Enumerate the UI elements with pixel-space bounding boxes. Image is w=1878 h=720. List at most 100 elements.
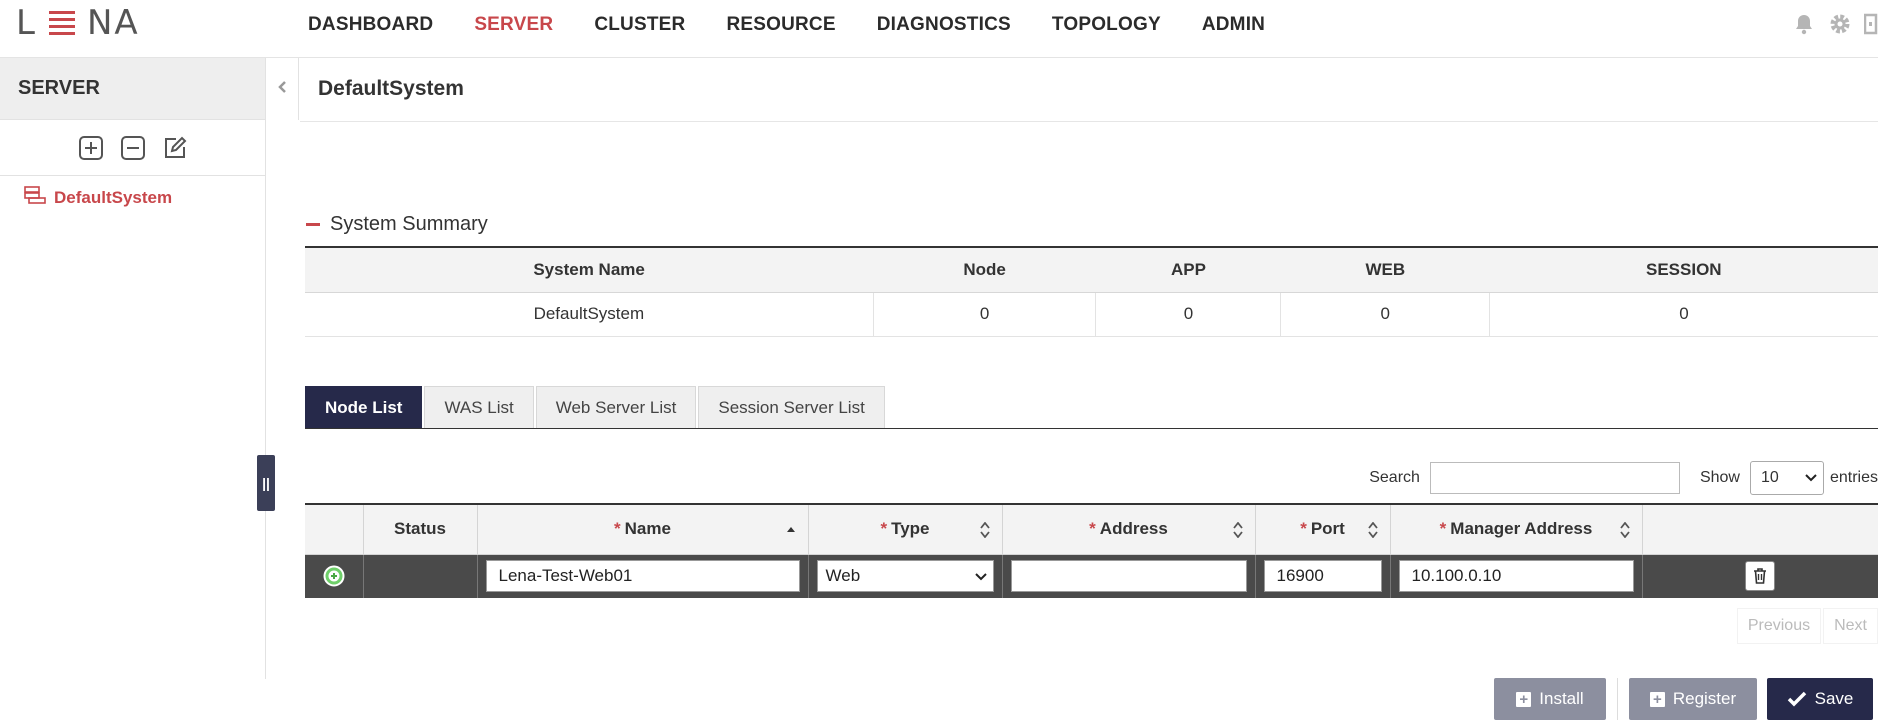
type-value: Web (825, 566, 861, 586)
summary-session-count: 0 (1489, 292, 1878, 337)
nav-cluster[interactable]: CLUSTER (594, 14, 685, 36)
col-status: Status (363, 503, 478, 555)
col-port[interactable]: * Port (1255, 503, 1391, 555)
tree-item-defaultsystem[interactable]: DefaultSystem (0, 176, 265, 209)
nav-dashboard[interactable]: DASHBOARD (308, 14, 433, 36)
lena-logo[interactable]: L NA (16, 3, 140, 43)
header-icons (1792, 12, 1878, 36)
required-mark: * (614, 519, 621, 539)
col-address-label: Address (1099, 519, 1168, 539)
main-content: DefaultSystem System Summary System Name… (300, 58, 1878, 720)
pagination: Previous Next (1736, 608, 1878, 644)
chevron-down-icon (1805, 469, 1817, 487)
sidebar-resize-handle[interactable]: || (257, 455, 275, 511)
row-status-cell (363, 554, 478, 598)
manager-address-input[interactable]: 10.100.0.10 (1398, 560, 1634, 593)
col-address[interactable]: * Address (1002, 503, 1256, 555)
entries-label: entries (1829, 469, 1878, 486)
search-input[interactable] (1429, 462, 1680, 494)
plus-square-icon: + (1649, 691, 1665, 707)
nav-topology[interactable]: TOPOLOGY (1052, 14, 1161, 36)
show-label: Show (1699, 469, 1740, 486)
sidebar-collapse-toggle[interactable] (266, 58, 299, 120)
button-divider (1617, 678, 1618, 720)
row-actions-cell (1642, 554, 1878, 598)
sort-both-icon (979, 522, 990, 538)
page-size-select[interactable]: 10 (1749, 461, 1824, 495)
summary-row: DefaultSystem 0 0 0 0 (305, 292, 1878, 337)
logo-letter-l: L (16, 3, 37, 43)
install-button[interactable]: + Install (1494, 678, 1606, 720)
logout-icon[interactable] (1864, 12, 1878, 36)
top-header: L NA DASHBOARD SERVER CLUSTER RESOURCE D… (0, 0, 1878, 58)
chevron-down-icon (974, 566, 987, 586)
sort-both-icon (1232, 522, 1243, 538)
add-icon[interactable] (77, 134, 105, 162)
previous-page-button[interactable]: Previous (1736, 608, 1822, 644)
trash-icon (1754, 568, 1767, 585)
plus-square-icon: + (1516, 691, 1532, 707)
summary-section-header[interactable]: System Summary (306, 213, 488, 236)
list-tabs: Node List WAS List Web Server List Sessi… (305, 386, 1878, 429)
register-label: Register (1672, 689, 1737, 708)
summary-table: System Name Node APP WEB SESSION Default… (305, 246, 1878, 337)
row-manager-address-cell: 10.100.0.10 (1390, 554, 1643, 598)
col-type-label: Type (891, 519, 930, 539)
summary-col-app: APP (1095, 246, 1281, 293)
row-address-cell (1002, 554, 1256, 598)
address-input[interactable] (1010, 560, 1247, 593)
logo-letters-na: NA (86, 3, 140, 43)
next-page-button[interactable]: Next (1823, 608, 1878, 644)
col-manager-address[interactable]: * Manager Address (1390, 503, 1643, 555)
save-button[interactable]: Save (1767, 678, 1873, 720)
col-name-label: Name (624, 519, 671, 539)
required-mark: * (1439, 519, 1447, 539)
summary-col-web: WEB (1280, 246, 1490, 293)
page-title: DefaultSystem (318, 77, 464, 100)
tab-session-server-list[interactable]: Session Server List (698, 386, 885, 428)
add-row-icon[interactable] (313, 565, 355, 587)
summary-col-system-name: System Name (305, 246, 874, 293)
grip-icon: || (262, 475, 270, 491)
summary-col-node: Node (873, 246, 1096, 293)
action-buttons: + Install + Register Save (1494, 678, 1873, 720)
port-input[interactable]: 16900 (1263, 560, 1382, 593)
required-mark: * (1300, 519, 1307, 539)
chevron-left-icon (277, 80, 287, 99)
sort-both-icon (1619, 522, 1630, 538)
nav-diagnostics[interactable]: DIAGNOSTICS (877, 14, 1011, 36)
sidebar: SERVER DefaultSystem (0, 58, 266, 679)
table-row: Lena-Test-Web01 Web 16900 10.100.0.10 (305, 554, 1878, 598)
system-icon (24, 186, 46, 209)
tab-node-list[interactable]: Node List (305, 386, 423, 428)
install-label: Install (1539, 689, 1584, 708)
delete-row-button[interactable] (1745, 561, 1776, 592)
tab-was-list[interactable]: WAS List (424, 386, 534, 428)
row-name-cell: Lena-Test-Web01 (477, 554, 809, 598)
nav-server[interactable]: SERVER (474, 14, 553, 36)
nav-admin[interactable]: ADMIN (1202, 14, 1265, 36)
summary-col-session: SESSION (1489, 246, 1878, 293)
bell-icon[interactable] (1792, 12, 1816, 36)
gear-icon[interactable] (1828, 12, 1852, 36)
col-add (305, 503, 364, 555)
tab-web-server-list[interactable]: Web Server List (535, 386, 697, 428)
col-name[interactable]: * Name (477, 503, 809, 555)
col-actions (1642, 503, 1878, 555)
edit-icon[interactable] (161, 134, 189, 162)
register-button[interactable]: + Register (1629, 678, 1757, 720)
row-port-cell: 16900 (1255, 554, 1391, 598)
col-type[interactable]: * Type (808, 503, 1003, 555)
summary-web-count: 0 (1280, 292, 1491, 337)
node-table: Status * Name * Type * Address * Port * … (305, 503, 1878, 598)
summary-node-count: 0 (873, 292, 1097, 337)
tree-item-label: DefaultSystem (54, 187, 173, 207)
nav-resource[interactable]: RESOURCE (726, 14, 835, 36)
save-label: Save (1814, 689, 1854, 708)
sort-both-icon (1367, 522, 1378, 538)
type-select[interactable]: Web (816, 560, 994, 593)
remove-icon[interactable] (119, 134, 147, 162)
sidebar-tools (0, 120, 265, 176)
name-input[interactable]: Lena-Test-Web01 (485, 560, 800, 593)
row-add-cell (305, 554, 364, 598)
